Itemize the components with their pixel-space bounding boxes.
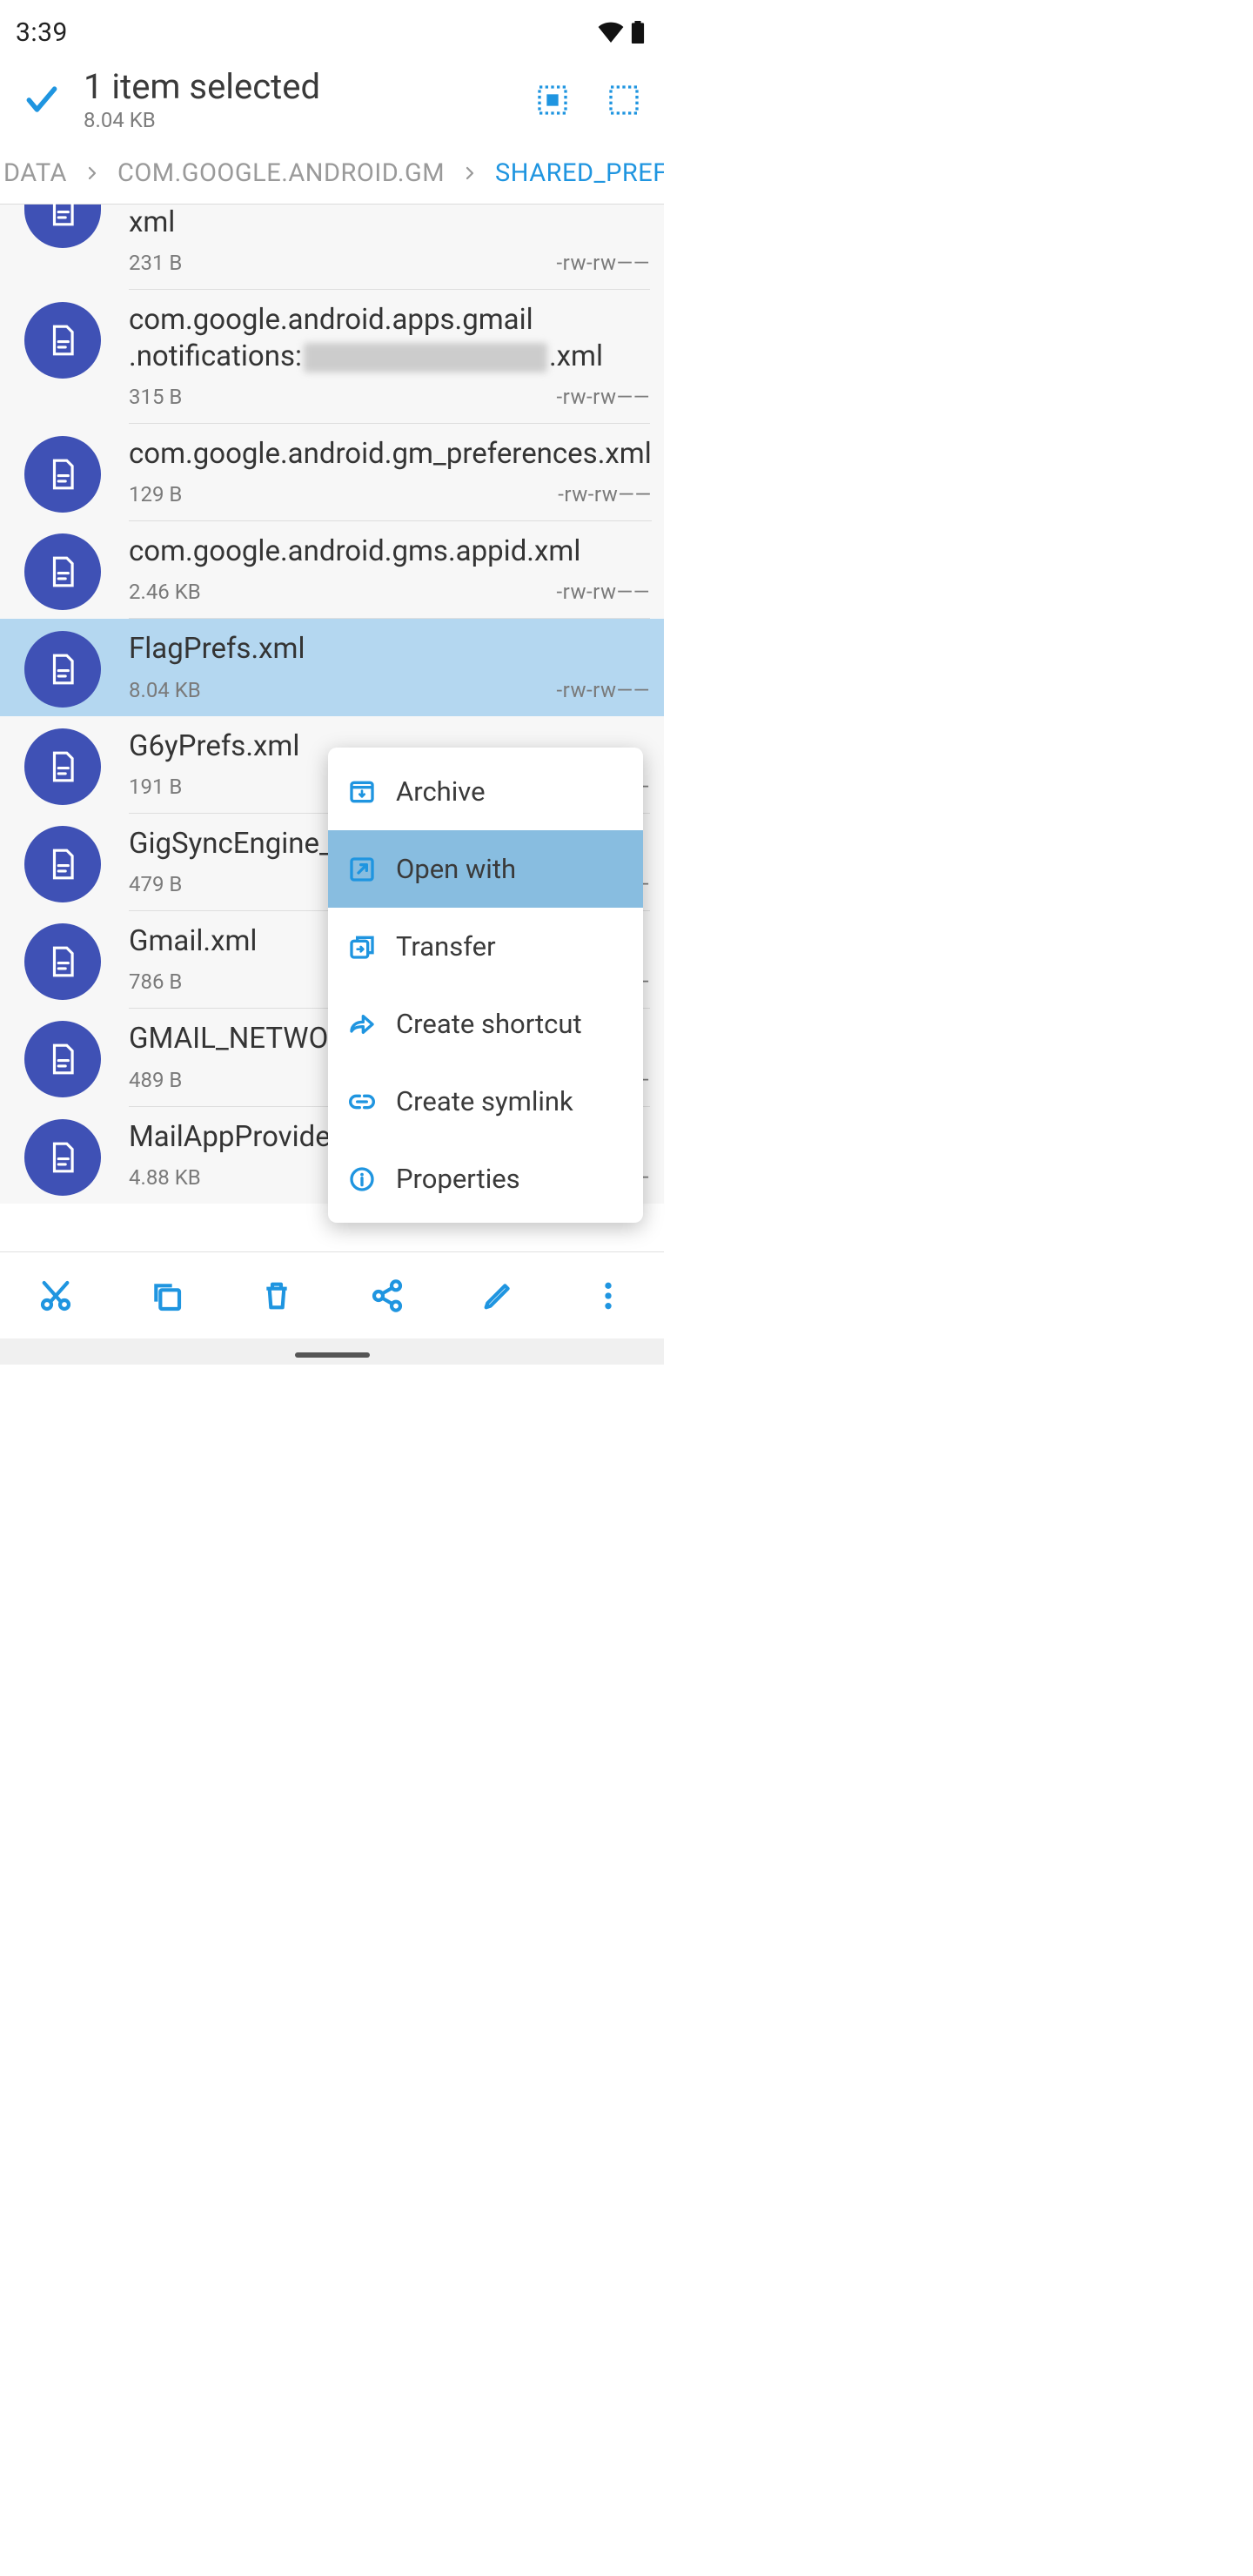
selection-appbar: 1 item selected 8.04 KB — [0, 49, 664, 143]
file-permissions: -rw-rw—— — [557, 678, 650, 702]
selection-subtitle: 8.04 KB — [84, 108, 506, 132]
file-name: com.google.android.gms.appid.xml — [129, 533, 650, 569]
menu-archive[interactable]: Archive — [328, 753, 643, 830]
menu-open-with[interactable]: Open with — [328, 830, 643, 908]
chevron-right-icon — [462, 165, 478, 181]
file-row[interactable]: com.google.android.gm_preferences.xml 12… — [0, 424, 664, 521]
file-size: 479 B — [129, 872, 182, 896]
status-time: 3:39 — [16, 17, 68, 48]
menu-label: Properties — [396, 1163, 520, 1195]
symlink-icon — [347, 1087, 377, 1117]
file-size: 231 B — [129, 251, 182, 275]
menu-label: Open with — [396, 853, 516, 885]
menu-label: Archive — [396, 775, 486, 808]
select-all-button[interactable] — [528, 76, 577, 124]
status-bar: 3:39 — [0, 0, 664, 49]
edit-button[interactable] — [443, 1252, 553, 1338]
redacted-text — [304, 343, 547, 372]
file-icon — [24, 533, 101, 610]
archive-icon — [347, 777, 377, 807]
file-size: 2.46 KB — [129, 580, 201, 604]
file-name-post: .xml — [549, 339, 603, 373]
menu-label: Transfer — [396, 930, 496, 963]
share-button[interactable] — [332, 1252, 443, 1338]
copy-button[interactable] — [111, 1252, 221, 1338]
file-permissions: -rw-rw—— — [557, 385, 650, 409]
chevron-right-icon — [84, 165, 100, 181]
file-permissions: -rw-rw—— — [557, 251, 650, 275]
file-size: 191 B — [129, 775, 182, 799]
selection-title: 1 item selected — [84, 68, 506, 106]
info-icon — [347, 1164, 377, 1194]
done-button[interactable] — [23, 81, 61, 119]
file-icon — [24, 728, 101, 805]
file-icon — [24, 1119, 101, 1196]
file-row[interactable]: com.google.android.apps.gmail .notificat… — [0, 290, 664, 424]
file-icon — [24, 436, 101, 513]
file-size: 786 B — [129, 969, 182, 994]
file-icon — [24, 826, 101, 902]
breadcrumb-data[interactable]: DATA — [3, 158, 67, 188]
file-icon — [24, 923, 101, 1000]
menu-label: Create symlink — [396, 1085, 573, 1117]
overflow-button[interactable] — [553, 1252, 664, 1338]
file-row-selected[interactable]: FlagPrefs.xml 8.04 KB -rw-rw—— — [0, 619, 664, 715]
file-icon — [24, 1021, 101, 1097]
file-row[interactable]: com.google.android.gms.appid.xml 2.46 KB… — [0, 521, 664, 619]
file-permissions: -rw-rw—— — [557, 580, 650, 604]
wifi-icon — [598, 22, 624, 43]
file-size: 489 B — [129, 1068, 182, 1092]
cut-button[interactable] — [0, 1252, 111, 1338]
status-icons — [598, 21, 645, 44]
breadcrumb-package[interactable]: COM.GOOGLE.ANDROID.GM — [117, 158, 445, 188]
file-size: 8.04 KB — [129, 678, 201, 702]
menu-label: Create shortcut — [396, 1008, 582, 1040]
file-size: 4.88 KB — [129, 1165, 201, 1190]
file-name: com.google.android.apps.gmail .notificat… — [129, 302, 650, 374]
appbar-title-block: 1 item selected 8.04 KB — [84, 68, 506, 132]
breadcrumb-shared-prefs[interactable]: SHARED_PREFS — [495, 158, 664, 188]
context-menu: Archive Open with Transfer Create shortc… — [328, 748, 643, 1223]
file-size: 129 B — [129, 482, 182, 506]
file-permissions: -rw-rw—— — [558, 482, 651, 506]
deselect-all-button[interactable] — [600, 76, 648, 124]
menu-create-shortcut[interactable]: Create shortcut — [328, 985, 643, 1063]
file-icon — [24, 205, 101, 248]
menu-properties[interactable]: Properties — [328, 1140, 643, 1218]
menu-create-symlink[interactable]: Create symlink — [328, 1063, 643, 1140]
open-with-icon — [347, 855, 377, 884]
shortcut-icon — [347, 1010, 377, 1039]
breadcrumb: DATA COM.GOOGLE.ANDROID.GM SHARED_PREFS — [0, 143, 664, 204]
file-name: xml — [129, 205, 650, 240]
file-icon — [24, 302, 101, 379]
file-name: com.google.android.gm_preferences.xml — [129, 436, 652, 472]
delete-button[interactable] — [221, 1252, 332, 1338]
menu-transfer[interactable]: Transfer — [328, 908, 643, 985]
transfer-icon — [347, 932, 377, 962]
file-icon — [24, 631, 101, 708]
battery-icon — [631, 21, 645, 44]
nav-handle[interactable] — [295, 1352, 370, 1358]
file-name: FlagPrefs.xml — [129, 631, 650, 667]
nav-background — [0, 1338, 664, 1365]
bottom-action-bar — [0, 1251, 664, 1338]
file-row[interactable]: xml 231 B -rw-rw—— — [0, 205, 664, 290]
file-size: 315 B — [129, 385, 182, 409]
